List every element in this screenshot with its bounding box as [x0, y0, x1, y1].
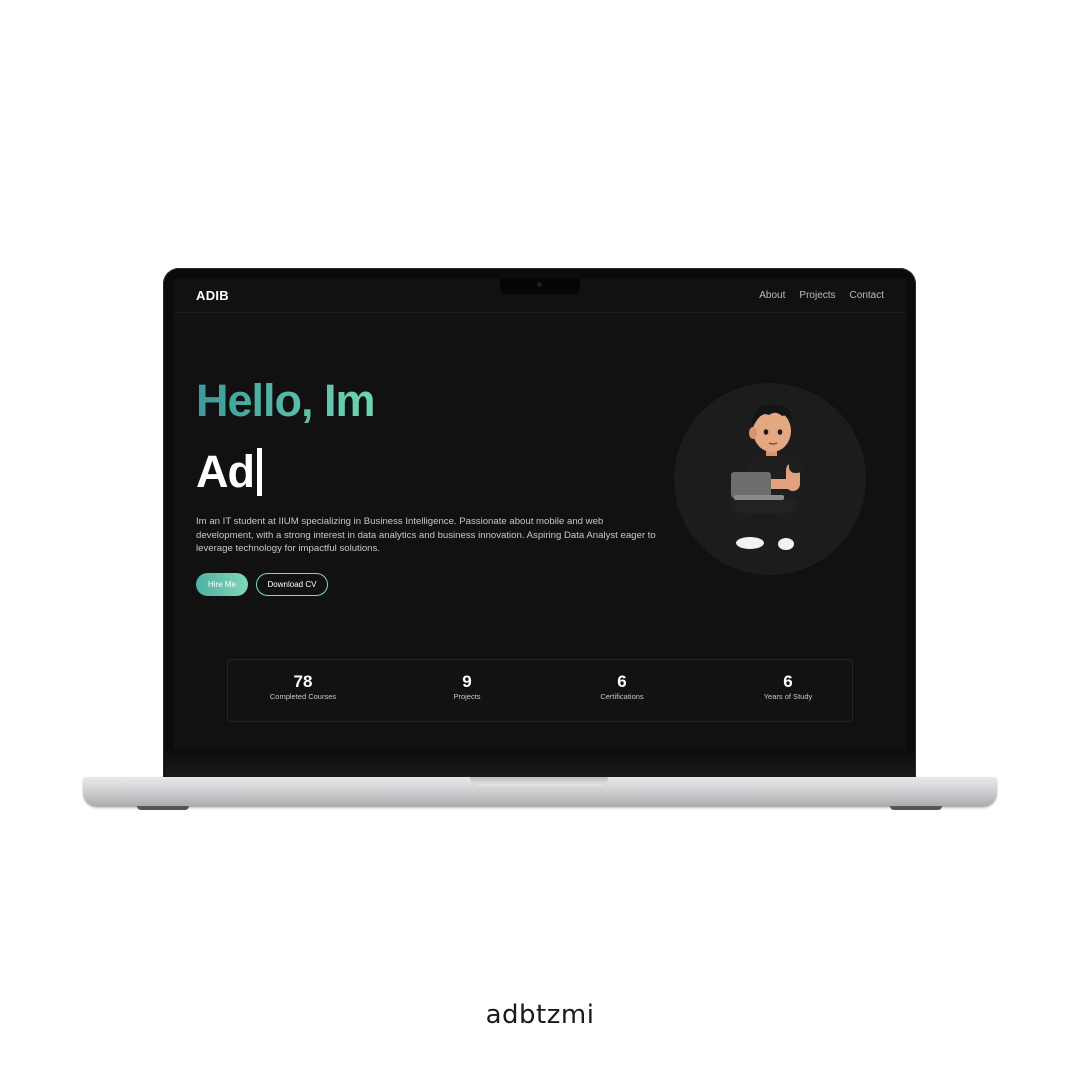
nav-link-about[interactable]: About	[759, 290, 785, 301]
avatar-illustration	[731, 404, 803, 550]
hire-me-button[interactable]: Hire Me	[196, 573, 248, 596]
avatar	[674, 383, 866, 575]
hero-typed-name: Ad	[196, 446, 262, 498]
typing-cursor	[257, 448, 262, 496]
stat-label: Years of Study	[763, 692, 813, 701]
stat-years-of-study: 6 Years of Study	[713, 672, 863, 701]
stat-value: 6	[783, 672, 793, 691]
brand-logo[interactable]: ADIB	[196, 288, 229, 303]
stat-value: 78	[293, 672, 313, 691]
hero-greeting: Hello, Im	[196, 375, 376, 426]
stat-projects: 9 Projects	[392, 672, 542, 701]
hero-bio: Im an IT student at IIUM specializing in…	[196, 516, 656, 554]
hero-actions: Hire Me Download CV	[196, 573, 328, 596]
stat-label: Projects	[453, 692, 481, 701]
nav-links: About Projects Contact	[759, 290, 884, 301]
nav-link-projects[interactable]: Projects	[799, 290, 835, 301]
stat-certifications: 6 Certifications	[547, 672, 697, 701]
stat-value: 9	[462, 672, 472, 691]
laptop-screen: ADIB About Projects Contact Hello, Im Ad…	[174, 279, 906, 749]
stat-completed-courses: 78 Completed Courses	[228, 672, 378, 701]
stat-label: Certifications	[600, 692, 644, 701]
watermark-text: adbtzmi	[485, 1000, 595, 1030]
laptop-bezel	[165, 749, 915, 777]
camera-notch	[500, 279, 580, 294]
stat-value: 6	[617, 672, 627, 691]
laptop-foot-left	[137, 806, 189, 810]
laptop-opening-groove	[470, 777, 608, 786]
download-cv-button[interactable]: Download CV	[256, 573, 328, 596]
nav-link-contact[interactable]: Contact	[850, 290, 884, 301]
stat-label: Completed Courses	[269, 692, 337, 701]
typed-text: Ad	[196, 446, 255, 497]
laptop-foot-right	[890, 806, 942, 810]
stats-panel: 78 Completed Courses 9 Projects 6 Certif…	[227, 659, 853, 722]
